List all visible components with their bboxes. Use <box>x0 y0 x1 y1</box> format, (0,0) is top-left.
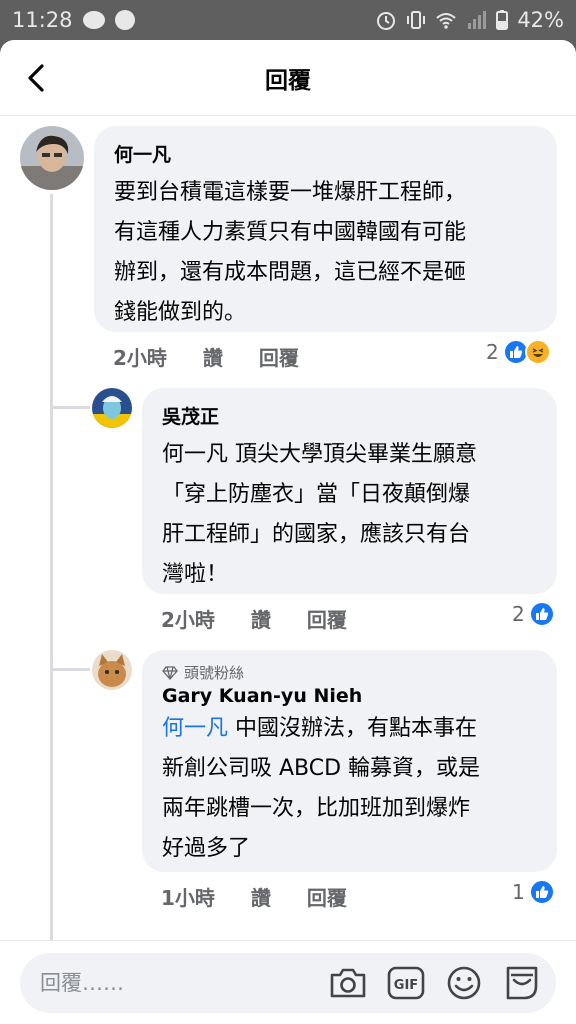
camera-button[interactable] <box>326 961 370 1005</box>
gif-icon: GIF <box>387 966 425 1000</box>
status-bar: 11:28 42% <box>0 0 576 40</box>
thread-branch <box>50 406 90 409</box>
reaction-count: 2 <box>512 602 525 626</box>
camera-icon <box>330 968 366 998</box>
back-button[interactable] <box>16 58 56 98</box>
reply-input[interactable] <box>40 971 312 995</box>
back-arrow-icon <box>28 64 44 92</box>
thread-branch <box>50 668 90 671</box>
status-time: 11:28 <box>12 8 73 32</box>
reply-actions: 1小時 讚 回覆 <box>161 882 347 911</box>
reply-author[interactable]: 吳茂正 <box>162 402 537 429</box>
like-button[interactable]: 讚 <box>203 342 223 371</box>
reply-time[interactable]: 2小時 <box>161 604 215 633</box>
like-reaction-icon <box>528 601 555 627</box>
reaction-summary[interactable]: 1 <box>512 879 555 905</box>
reply-button[interactable]: 回覆 <box>307 882 347 911</box>
composer-bar: GIF <box>0 940 576 1024</box>
avatar[interactable] <box>20 126 84 190</box>
gif-text: GIF <box>394 978 418 993</box>
reaction-summary[interactable]: 2 <box>512 601 555 627</box>
sticker-icon <box>506 966 538 1000</box>
reaction-count: 2 <box>486 340 499 364</box>
vibrate-icon <box>407 11 426 29</box>
battery-icon <box>496 10 509 30</box>
signal-icon <box>468 11 487 29</box>
reply-actions: 2小時 讚 回覆 <box>161 604 347 633</box>
gif-button[interactable]: GIF <box>384 961 428 1005</box>
battery-percent: 42% <box>517 8 564 32</box>
reply-composer: GIF <box>20 953 556 1013</box>
top-fan-badge: 頭號粉絲 <box>162 662 537 683</box>
comment-actions: 2小時 讚 回覆 <box>113 342 299 371</box>
comment-author[interactable]: 何一凡 <box>114 140 537 167</box>
badge-label: 頭號粉絲 <box>184 664 245 682</box>
reply-text: 何一凡 中國沒辦法，有點本事在 新創公司吸 ABCD 輪募資，或是 兩年跳槽一次… <box>162 709 537 869</box>
comment-bubble[interactable]: 何一凡 要到台積電這樣要一堆爆肝工程師， 有這種人力素質只有中國韓國有可能 辦到… <box>94 126 557 332</box>
like-button[interactable]: 讚 <box>251 604 271 633</box>
like-button[interactable]: 讚 <box>251 882 271 911</box>
comment-text: 要到台積電這樣要一堆爆肝工程師， 有這種人力素質只有中國韓國有可能 辦到，還有成… <box>114 180 467 325</box>
reaction-summary[interactable]: 2 <box>486 339 551 365</box>
like-reaction-icon <box>528 879 555 905</box>
diamond-icon <box>162 665 178 680</box>
header: 回覆 <box>0 40 576 116</box>
haha-reaction-icon <box>524 339 551 365</box>
reply-author[interactable]: Gary Kuan-yu Nieh <box>162 685 537 707</box>
reply-sheet: 回覆 何一凡 要到台積電這樣要一堆爆肝工程師， 有這種人力素質只有中國韓國有可能… <box>0 40 576 1024</box>
reply-time[interactable]: 1小時 <box>161 882 215 911</box>
emoji-button[interactable] <box>442 961 486 1005</box>
reply-bubble[interactable]: 吳茂正 何一凡 頂尖大學頂尖畢業生願意 「穿上防塵衣」當「日夜顛倒爆 肝工程師」… <box>142 388 557 594</box>
avatar[interactable] <box>92 388 132 428</box>
zhihu-icon <box>114 10 135 30</box>
sticker-button[interactable] <box>500 961 544 1005</box>
reaction-count: 1 <box>512 880 525 904</box>
wifi-icon <box>436 13 456 29</box>
emoji-icon <box>447 966 481 1000</box>
thread-line <box>50 194 53 994</box>
alarm-icon <box>377 12 396 30</box>
reply-button[interactable]: 回覆 <box>259 342 299 371</box>
wechat-icon <box>82 11 105 29</box>
reply-text: 何一凡 頂尖大學頂尖畢業生願意 「穿上防塵衣」當「日夜顛倒爆 肝工程師」的國家，… <box>162 442 477 587</box>
mention-link[interactable]: 何一凡 <box>162 716 228 741</box>
reply-button[interactable]: 回覆 <box>307 604 347 633</box>
page-title: 回覆 <box>265 67 311 94</box>
reply-bubble[interactable]: 頭號粉絲 Gary Kuan-yu Nieh 何一凡 中國沒辦法，有點本事在 新… <box>142 650 557 872</box>
comment-time[interactable]: 2小時 <box>113 342 167 371</box>
avatar[interactable] <box>92 650 132 690</box>
